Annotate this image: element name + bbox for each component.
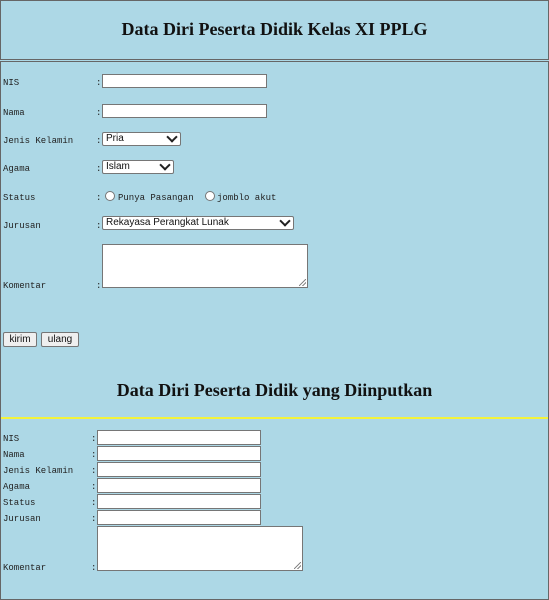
chevron-down-icon: [279, 215, 291, 227]
colon: :: [91, 450, 97, 460]
nis-input[interactable]: [102, 74, 267, 88]
out-agama-field[interactable]: [97, 478, 261, 493]
jenis-kelamin-select[interactable]: Pria: [102, 131, 181, 146]
jurusan-select[interactable]: Rekayasa Perangkat Lunak: [102, 215, 294, 230]
label-jurusan: Jurusan: [3, 221, 41, 231]
ulang-button[interactable]: ulang: [41, 332, 79, 347]
radio-label-punya-pasangan: Punya Pasangan: [118, 193, 194, 203]
out-label-nama: Nama: [3, 450, 25, 460]
colon: :: [96, 164, 102, 174]
out-label-jurusan: Jurusan: [3, 514, 41, 524]
radio-label-jomblo-akut: jomblo akut: [217, 193, 277, 203]
agama-select[interactable]: Islam: [102, 159, 174, 174]
out-nama-field[interactable]: [97, 446, 261, 461]
jenis-kelamin-value: Pria: [106, 133, 124, 144]
main-panel: NIS : Nama : Jenis Kelamin : Pria Agama …: [0, 61, 549, 600]
page: Data Diri Peserta Didik Kelas XI PPLG NI…: [0, 0, 549, 600]
radio-punya-pasangan[interactable]: [105, 191, 115, 201]
label-nis: NIS: [3, 78, 20, 88]
colon: :: [91, 434, 97, 444]
colon: :: [91, 498, 97, 508]
resize-grip-icon[interactable]: [299, 279, 306, 286]
output-title: Data Diri Peserta Didik yang Diinputkan: [116, 380, 433, 400]
colon: :: [91, 482, 97, 492]
jurusan-value: Rekayasa Perangkat Lunak: [106, 217, 229, 228]
komentar-textarea[interactable]: [102, 244, 308, 288]
colon: :: [96, 136, 102, 146]
nama-input[interactable]: [102, 104, 267, 118]
kirim-button[interactable]: kirim: [3, 332, 37, 347]
chevron-down-icon: [159, 159, 171, 171]
page-title: Data Diri Peserta Didik Kelas XI PPLG: [121, 19, 428, 39]
out-nis-field[interactable]: [97, 430, 261, 445]
colon: :: [96, 281, 102, 291]
label-agama: Agama: [3, 164, 31, 174]
label-jenis-kelamin: Jenis Kelamin: [3, 136, 74, 146]
header-box: Data Diri Peserta Didik Kelas XI PPLG: [0, 0, 549, 60]
colon: :: [91, 466, 97, 476]
radio-jomblo-akut[interactable]: [205, 191, 215, 201]
out-label-agama: Agama: [3, 482, 31, 492]
out-jurusan-field[interactable]: [97, 510, 261, 525]
out-jenis-kelamin-field[interactable]: [97, 462, 261, 477]
colon: :: [96, 193, 102, 203]
out-label-status: Status: [3, 498, 36, 508]
out-label-jenis-kelamin: Jenis Kelamin: [3, 466, 74, 476]
chevron-down-icon: [166, 131, 178, 143]
label-komentar: Komentar: [3, 281, 47, 291]
out-status-field[interactable]: [97, 494, 261, 509]
out-label-komentar: Komentar: [3, 563, 47, 573]
colon: :: [91, 563, 97, 573]
colon: :: [96, 108, 102, 118]
resize-grip-icon[interactable]: [294, 562, 301, 569]
out-komentar-textarea[interactable]: [97, 526, 303, 571]
divider: [1, 417, 548, 419]
agama-value: Islam: [106, 161, 130, 172]
colon: :: [96, 221, 102, 231]
colon: :: [96, 78, 102, 88]
label-status: Status: [3, 193, 36, 203]
colon: :: [91, 514, 97, 524]
label-nama: Nama: [3, 108, 25, 118]
out-label-nis: NIS: [3, 434, 20, 444]
